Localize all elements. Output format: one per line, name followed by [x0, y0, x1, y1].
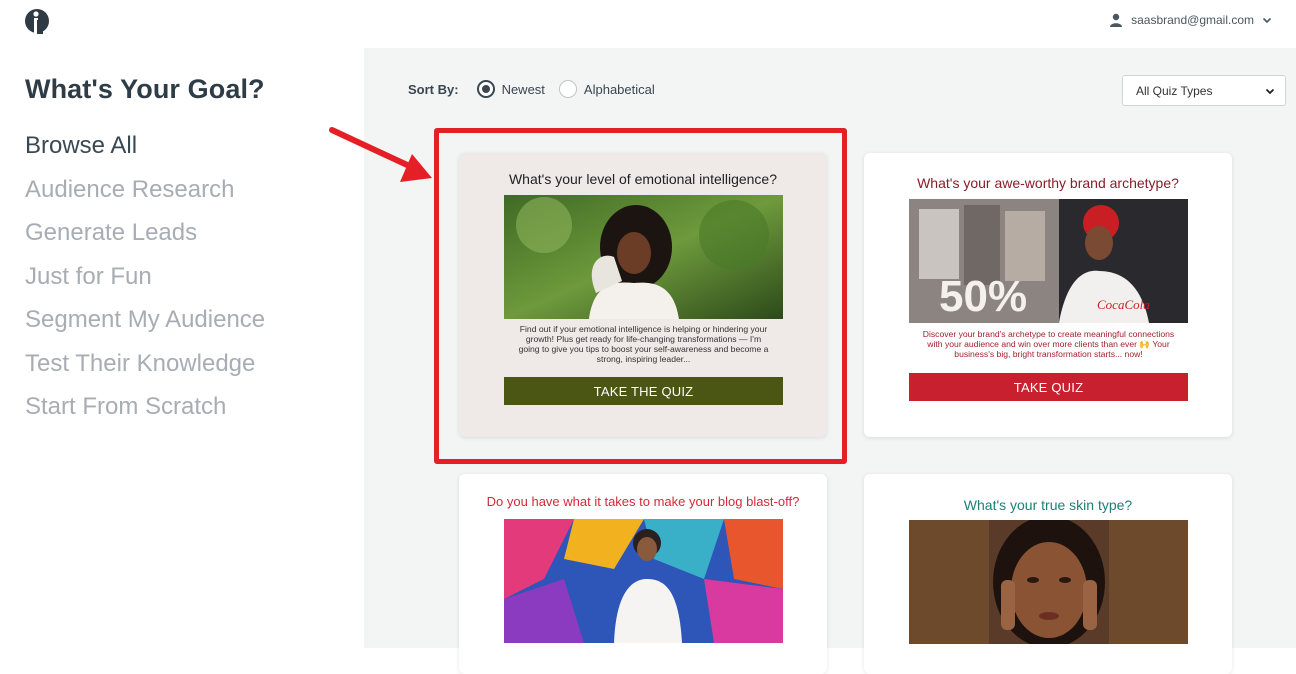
sidebar-item-segment-my-audience[interactable]: Segment My Audience — [25, 298, 265, 342]
svg-text:50%: 50% — [939, 272, 1027, 321]
shop-window-photo: 50% CocaCola — [909, 199, 1188, 323]
quiz-card-image: 50% CocaCola — [909, 199, 1188, 323]
take-quiz-button[interactable]: TAKE QUIZ — [909, 373, 1188, 401]
quiz-card-title: Do you have what it takes to make your b… — [486, 494, 800, 509]
sidebar-title: What's Your Goal? — [25, 74, 265, 104]
quiz-card-title: What's your true skin type? — [963, 497, 1133, 513]
sort-newest-radio[interactable]: Newest — [476, 80, 545, 98]
sidebar-item-audience-research[interactable]: Audience Research — [25, 168, 265, 212]
sidebar-item-generate-leads[interactable]: Generate Leads — [25, 211, 265, 255]
quiz-card-blog-blast-off[interactable]: Do you have what it takes to make your b… — [459, 474, 827, 674]
radio-selected-icon — [476, 80, 495, 98]
account-menu[interactable]: saasbrand@gmail.com — [1109, 13, 1272, 27]
radio-unselected-icon — [558, 80, 577, 98]
sort-label: Sort By: — [408, 81, 459, 97]
quiz-card-description: Discover your brand's archetype to creat… — [922, 329, 1175, 359]
quiz-card-brand-archetype[interactable]: What's your awe-worthy brand archetype? … — [864, 153, 1232, 437]
highlight-box — [434, 128, 847, 464]
quiz-card-image — [909, 520, 1188, 644]
top-bar: saasbrand@gmail.com — [0, 0, 1296, 48]
sort-newest-label: Newest — [501, 81, 545, 97]
sort-bar: Sort By: Newest Alphabetical — [408, 80, 669, 98]
sidebar-item-browse-all[interactable]: Browse All — [25, 124, 265, 168]
chevron-down-icon — [1265, 88, 1275, 94]
sort-alphabetical-radio[interactable]: Alphabetical — [558, 80, 655, 98]
portrait-photo — [909, 520, 1188, 644]
chevron-down-icon — [1262, 17, 1272, 24]
quiz-type-select[interactable]: All Quiz Types — [1122, 75, 1286, 106]
sidebar-item-test-their-knowledge[interactable]: Test Their Knowledge — [25, 342, 265, 386]
user-icon — [1110, 13, 1123, 27]
svg-text:CocaCola: CocaCola — [1097, 297, 1150, 312]
goal-nav: Browse All Audience Research Generate Le… — [25, 124, 265, 429]
sidebar-item-start-from-scratch[interactable]: Start From Scratch — [25, 385, 265, 429]
quiz-card-title: What's your awe-worthy brand archetype? — [917, 175, 1179, 191]
sort-alphabetical-label: Alphabetical — [583, 81, 655, 97]
pointer-arrow-icon — [329, 127, 432, 182]
account-email: saasbrand@gmail.com — [1131, 13, 1254, 27]
quiz-card-image — [504, 519, 783, 643]
graffiti-wall-photo — [504, 519, 783, 643]
quiz-type-value: All Quiz Types — [1136, 83, 1213, 98]
goal-sidebar: What's Your Goal? Browse All Audience Re… — [0, 48, 364, 648]
sidebar-item-just-for-fun[interactable]: Just for Fun — [25, 255, 265, 299]
brand-logo[interactable] — [24, 6, 54, 36]
quiz-card-skin-type[interactable]: What's your true skin type? — [864, 474, 1232, 674]
